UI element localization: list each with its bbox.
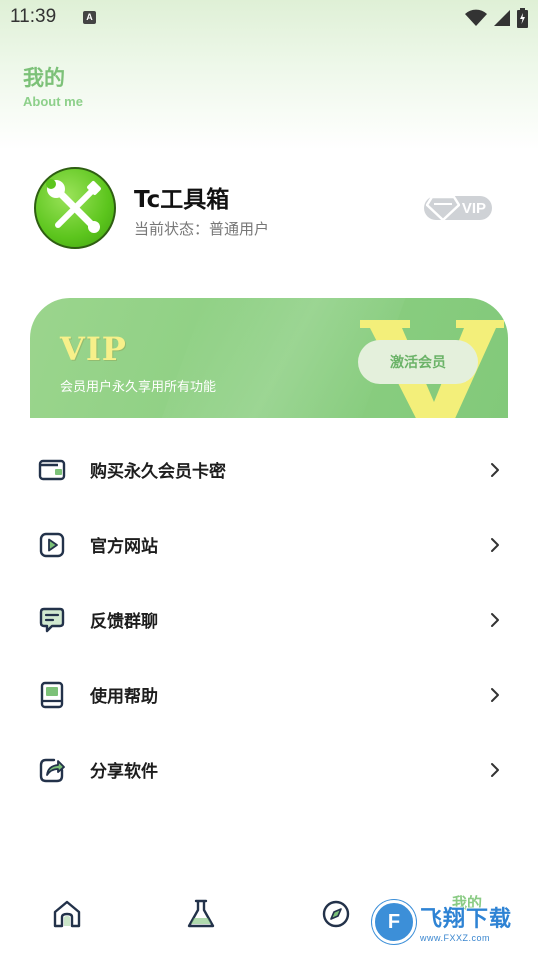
chevron-right-icon [491,463,499,477]
book-icon [40,681,64,709]
wifi-icon [465,9,487,26]
menu-item-share-app[interactable]: 分享软件 [0,732,538,807]
watermark-text: 飞翔下载 [420,907,513,932]
menu-item-label: 反馈群聊 [90,612,158,632]
a-icon: A [83,11,96,24]
chevron-right-icon [491,763,499,777]
menu-item-label: 分享软件 [90,762,158,782]
avatar[interactable] [34,167,116,249]
watermark-logo: F [372,900,416,944]
vip-title: VIP [60,330,127,368]
menu-item-label: 使用帮助 [90,687,158,707]
tools-wrench-screwdriver-icon [46,179,101,233]
status-icons [465,8,528,28]
tab-lab[interactable] [181,894,221,934]
big-v-letter: V [358,306,359,307]
watermark: F 飞翔下载 www.FXXZ.com [372,896,530,948]
tab-home[interactable] [47,894,87,934]
status-bar: 11:39 A [0,0,538,36]
menu-item-official-website[interactable]: 官方网站 [0,507,538,582]
page-title: 我的 [23,66,65,90]
menu-item-label: 购买永久会员卡密 [90,462,226,482]
signal-icon [494,10,510,26]
chat-icon [39,607,65,633]
menu-item-label: 官方网站 [90,537,158,557]
app-name: Tc工具箱 [134,187,230,213]
diamond-icon [426,195,460,222]
chevron-right-icon [491,613,499,627]
wallet-icon [38,459,66,481]
menu-list: 购买永久会员卡密 官方网站 反馈群聊 使用帮助 分享软件 [0,432,538,807]
vip-description: 会员用户永久享用所有功能 [60,380,217,395]
home-icon [53,900,81,928]
compass-icon [322,900,350,928]
menu-item-help[interactable]: 使用帮助 [0,657,538,732]
user-status: 当前状态：普通用户 [134,220,270,238]
page-subtitle: About me [23,94,83,109]
activate-membership-button[interactable]: 激活会员 [358,340,478,384]
vip-card: V VIP 会员用户永久享用所有功能 激活会员 [30,298,508,418]
vip-badge-label: VIP [461,199,486,217]
tab-discover[interactable] [316,894,356,934]
watermark-url: www.FXXZ.com [420,933,491,943]
chevron-right-icon [491,538,499,552]
vip-badge: VIP [424,195,492,222]
play-icon [39,532,65,558]
share-icon [39,758,65,783]
battery-charging-icon [517,8,528,28]
status-time: 11:39 [10,6,57,27]
flask-icon [187,899,215,928]
menu-item-buy-card[interactable]: 购买永久会员卡密 [0,432,538,507]
chevron-right-icon [491,688,499,702]
menu-item-feedback-group[interactable]: 反馈群聊 [0,582,538,657]
